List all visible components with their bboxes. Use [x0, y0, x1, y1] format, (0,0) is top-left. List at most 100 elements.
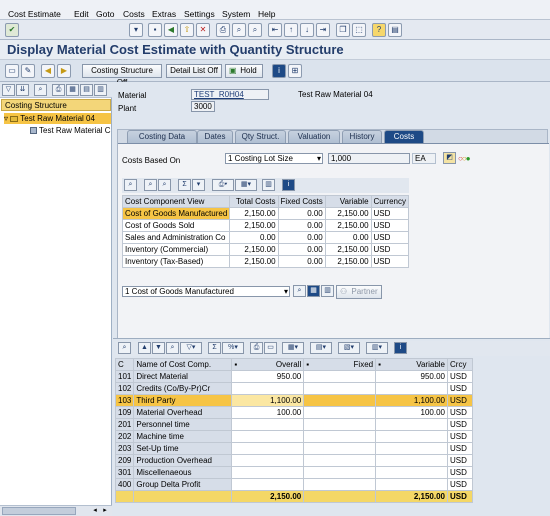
print-icon[interactable]: ⎙ — [250, 342, 263, 354]
table-row[interactable]: 103 Third Party 1,100.00 1,100.00 USD — [114, 394, 473, 407]
table-row[interactable]: 102 Credits (Co/By-Pr)Cr USD — [114, 382, 473, 395]
menu-cost-estimate[interactable]: Cost Estimate — [8, 9, 61, 19]
view-icon[interactable]: ▭ — [264, 342, 277, 354]
table-row[interactable]: Inventory (Tax-Based) 2,150.00 0.00 2,150.0… — [121, 255, 410, 268]
total-row[interactable]: 2,150.00 2,150.00 USD — [114, 490, 473, 503]
print-icon[interactable]: ⎙ — [216, 23, 230, 37]
sum-icon[interactable]: Σ — [208, 342, 221, 354]
table-row[interactable]: 301 Miscellenaeous USD — [114, 466, 473, 479]
expand-icon[interactable]: ⇊ — [16, 84, 29, 96]
menu-help[interactable]: Help — [258, 9, 275, 19]
tab-qty-struct[interactable]: Qty Struct. — [235, 130, 286, 143]
detail-icon[interactable]: ⌕ — [118, 342, 131, 354]
sum-icon[interactable]: Σ — [178, 179, 191, 191]
print-icon[interactable]: ⎙ — [52, 84, 65, 96]
detail-list-off-button[interactable]: Detail List Off — [166, 64, 222, 78]
table-icon[interactable]: ▦ — [307, 285, 320, 297]
tab-dates[interactable]: Dates — [197, 130, 233, 143]
table-row[interactable]: 209 Production Overhead USD — [114, 454, 473, 467]
menu-system[interactable]: System — [222, 9, 250, 19]
print-icon[interactable]: ⎙▾ — [212, 179, 234, 191]
exit-icon[interactable]: ⇧ — [180, 23, 194, 37]
col-variable[interactable]: ▪ Variable — [375, 358, 448, 371]
menu-costs[interactable]: Costs — [123, 9, 145, 19]
collapse-icon[interactable]: ▿ — [4, 114, 8, 123]
graphic-icon[interactable]: ▥▾ — [366, 342, 388, 354]
costing-structure-off-button[interactable]: Costing Structure Off — [82, 64, 162, 87]
table-row[interactable]: Inventory (Commercial) 2,150.00 0.00 2,150.… — [121, 243, 410, 256]
tab-costing-data[interactable]: Costing Data — [127, 130, 197, 143]
previous-icon[interactable]: ◀ — [41, 64, 55, 78]
find-next-icon[interactable]: ⌕ — [158, 179, 171, 191]
col-total-costs[interactable]: Total Costs — [229, 195, 279, 208]
layout-icon[interactable]: ▦ — [66, 84, 79, 96]
col-variable[interactable]: Variable — [324, 195, 372, 208]
save-icon[interactable]: ▪ — [148, 23, 162, 37]
chart-icon[interactable]: ▥ — [262, 179, 275, 191]
scrollbar-thumb[interactable] — [2, 507, 76, 515]
tab-valuation[interactable]: Valuation — [288, 130, 340, 143]
layout-menu-icon[interactable]: ▤ — [388, 23, 402, 37]
enter-icon[interactable]: ✔ — [5, 23, 19, 37]
help-icon[interactable]: ? — [372, 23, 386, 37]
calendar-icon[interactable]: ▤ — [80, 84, 93, 96]
col-fixed[interactable]: ▪ Fixed — [303, 358, 377, 371]
lot-size-field[interactable]: 1,000 — [328, 153, 410, 164]
chevron-down-icon[interactable]: ▾ — [129, 23, 143, 37]
next-icon[interactable]: ▶ — [57, 64, 71, 78]
detail-icon[interactable]: ⌕ — [124, 179, 137, 191]
table-row[interactable]: 202 Machine time USD — [114, 430, 473, 443]
sort-descending-icon[interactable]: ▼ — [152, 342, 165, 354]
find-icon[interactable]: ⌕ — [232, 23, 246, 37]
col-name[interactable]: Name of Cost Comp. — [133, 358, 233, 371]
subtotal-icon[interactable]: %▾ — [222, 342, 244, 354]
table-row[interactable]: 203 Set-Up time USD — [114, 442, 473, 455]
info-icon[interactable]: i — [282, 179, 295, 191]
menu-goto[interactable]: Goto — [96, 9, 114, 19]
find-icon[interactable]: ⌕ — [144, 179, 157, 191]
lock-icon[interactable]: ◩ — [443, 152, 456, 164]
tree-node-root[interactable]: ▿ Test Raw Material 04 — [4, 113, 111, 124]
find-next-icon[interactable]: ⌕ — [248, 23, 262, 37]
table-row[interactable]: 109 Material Overhead 100.00 100.00 USD — [114, 406, 473, 419]
cost-view-select[interactable]: 1 Cost of Goods Manufactured ▾ — [122, 286, 290, 297]
table-row[interactable]: Sales and Administration Co 0.00 0.00 0.00 U… — [121, 231, 410, 244]
table-row[interactable]: 201 Personnel time USD — [114, 418, 473, 431]
previous-page-icon[interactable]: ↑ — [284, 23, 298, 37]
export-icon[interactable]: ▦▾ — [282, 342, 304, 354]
partner-button[interactable]: ⚇ Partner — [336, 285, 382, 299]
horizontal-scrollbar[interactable]: ◂ ▸ — [0, 505, 112, 516]
back-icon[interactable]: ◀ — [164, 23, 178, 37]
find-icon[interactable]: ⌕ — [166, 342, 179, 354]
next-page-icon[interactable]: ↓ — [300, 23, 314, 37]
subtotal-icon[interactable]: ▾ — [192, 179, 205, 191]
export-icon[interactable]: ▦▾ — [235, 179, 257, 191]
shortcut-icon[interactable]: ⬚ — [352, 23, 366, 37]
new-session-icon[interactable]: ❐ — [336, 23, 350, 37]
col-cost-component-view[interactable]: Cost Component View — [121, 195, 231, 208]
menu-edit[interactable]: Edit — [74, 9, 89, 19]
first-page-icon[interactable]: ⇤ — [268, 23, 282, 37]
abc-analysis-icon[interactable]: ▧▾ — [338, 342, 360, 354]
tree-node-child[interactable]: Test Raw Material C — [30, 125, 111, 136]
chart-icon[interactable]: ▥ — [321, 285, 334, 297]
document-icon[interactable]: ▭ — [5, 64, 19, 78]
filter-icon[interactable]: ▽ — [2, 84, 15, 96]
scroll-left-icon[interactable]: ◂ — [90, 506, 100, 516]
col-overall[interactable]: ▪ Overall — [231, 358, 305, 371]
scroll-right-icon[interactable]: ▸ — [100, 506, 110, 516]
table-row[interactable]: 101 Direct Material 950.00 950.00 USD — [114, 370, 473, 383]
sort-ascending-icon[interactable]: ▲ — [138, 342, 151, 354]
col-crcy[interactable]: Crcy — [447, 358, 473, 371]
info-icon[interactable]: i — [272, 64, 286, 78]
table-row[interactable]: Cost of Goods Sold 2,150.00 0.00 2,150.00 US… — [121, 219, 410, 232]
material-field[interactable]: TEST_R0H04 — [191, 89, 269, 100]
menu-extras[interactable]: Extras — [152, 9, 176, 19]
col-currency[interactable]: Currency — [370, 195, 410, 208]
table-row[interactable]: Cost of Goods Manufactured 2,150.00 0.00 2,… — [121, 207, 410, 220]
display-icon[interactable]: ⌕ — [293, 285, 306, 297]
tab-history[interactable]: History — [342, 130, 382, 143]
tab-costs[interactable]: Costs — [384, 130, 424, 143]
edit-icon[interactable]: ✎ — [21, 64, 35, 78]
col-c[interactable]: C — [114, 358, 135, 371]
